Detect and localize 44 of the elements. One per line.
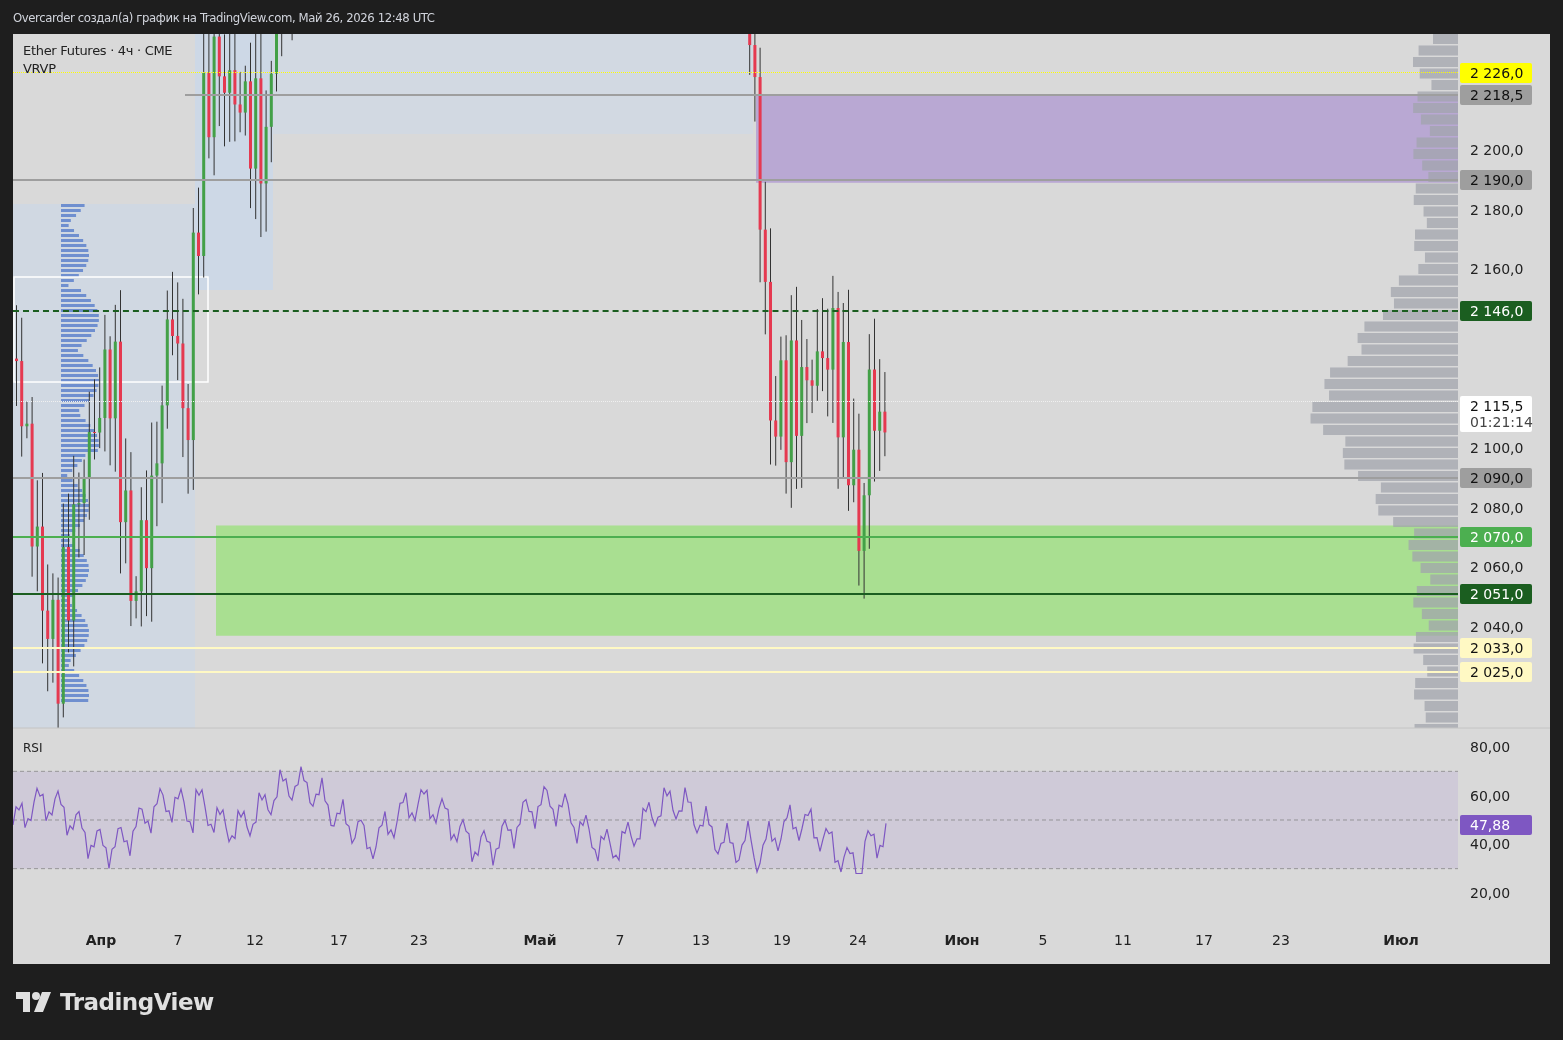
- time-tick-label: 17: [330, 932, 348, 948]
- price-label: 2 033,0: [1460, 637, 1532, 658]
- chart-caption: Overcarder создал(а) график на TradingView.com, Май 26, 2026 12:48 UTC: [13, 9, 435, 25]
- time-tick-label: 23: [410, 932, 428, 948]
- time-tick-label: Июн: [944, 932, 980, 948]
- time-tick-label: 23: [1272, 932, 1290, 948]
- time-tick-label: 11: [1114, 932, 1132, 948]
- time-tick-label: Апр: [85, 932, 117, 948]
- last-price-label: 2 115,5 01:21:14: [1460, 395, 1532, 432]
- rsi-tick-label: 20,00: [1470, 884, 1511, 901]
- rsi-value-label: 47,88: [1460, 815, 1532, 836]
- time-tick-label: 24: [849, 932, 867, 948]
- price-tick-label: 2 180,0: [1470, 201, 1524, 218]
- price-label: 2 218,5: [1460, 84, 1532, 105]
- time-tick-label: 7: [615, 932, 625, 948]
- price-tick-label: 2 160,0: [1470, 261, 1524, 278]
- rsi-title: RSI: [23, 741, 43, 755]
- price-tick-label: 2 040,0: [1470, 618, 1524, 635]
- price-label: 2 051,0: [1460, 584, 1532, 604]
- time-tick-label: 19: [773, 932, 791, 948]
- rsi-tick-label: 40,00: [1470, 836, 1511, 853]
- rsi-tick-label: 80,00: [1470, 739, 1511, 755]
- price-label: 2 070,0: [1460, 527, 1532, 548]
- logo-text: TradingView: [60, 989, 214, 1015]
- rsi-tick-label: 60,00: [1470, 787, 1511, 804]
- logo-icon: [16, 992, 54, 1012]
- time-tick-label: 12: [246, 932, 264, 948]
- time-tick-label: 5: [1038, 932, 1048, 948]
- price-label: 2 146,0: [1460, 300, 1532, 321]
- indicator-name: VRVP: [23, 61, 57, 76]
- time-tick-label: 13: [692, 932, 710, 948]
- price-tick-label: 2 100,0: [1470, 440, 1524, 456]
- time-tick-label: Июл: [1383, 932, 1419, 948]
- price-tick-label: 2 080,0: [1470, 499, 1524, 516]
- price-tick-label: 2 060,0: [1470, 559, 1524, 576]
- time-tick-label: 17: [1195, 932, 1213, 948]
- symbol-title: Ether Futures · 4ч · CME: [23, 43, 173, 58]
- price-label: 2 226,0: [1460, 62, 1532, 83]
- time-tick-label: Май: [523, 932, 557, 948]
- time-tick-label: 7: [173, 932, 183, 948]
- price-label: 2 190,0: [1460, 169, 1532, 190]
- price-tick-label: 2 200,0: [1470, 142, 1524, 158]
- price-label: 2 025,0: [1460, 661, 1532, 682]
- price-label: 2 090,0: [1460, 467, 1532, 488]
